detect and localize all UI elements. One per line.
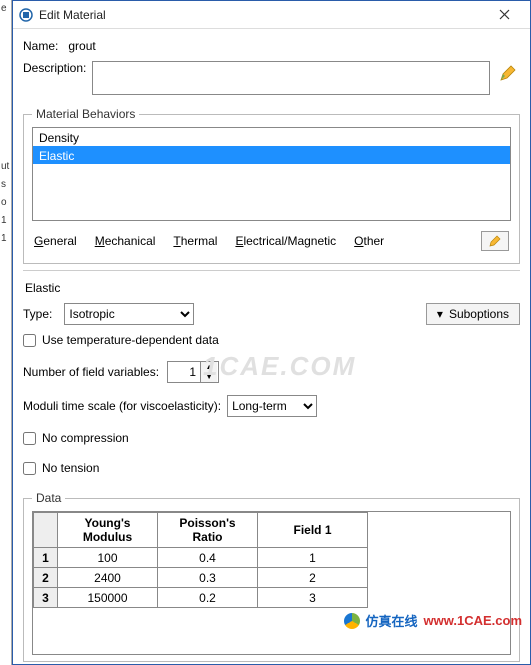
row-num: 2 [34,568,58,588]
close-button[interactable] [484,3,524,27]
separator [23,270,520,271]
num-field-vars-spinner[interactable]: ▲ ▼ [167,361,219,383]
type-select[interactable]: Isotropic [64,303,194,325]
table-empty-area [33,608,510,654]
triangle-down-icon: ▾ [437,307,443,321]
moduli-label: Moduli time scale (for viscoelasticity): [23,399,221,413]
table-row[interactable]: 2 2400 0.3 2 [34,568,368,588]
material-behaviors-group: Material Behaviors Density Elastic Gener… [23,107,520,264]
stub: ut [0,158,11,176]
name-value: grout [68,39,95,53]
stub: s [0,176,11,194]
menu-electrical[interactable]: Electrical/Magnetic [235,234,336,248]
behavior-item-density[interactable]: Density [33,128,510,146]
stub: 1 [0,212,11,230]
cell-pr[interactable]: 0.3 [158,568,258,588]
stub: e [0,0,11,18]
table-row[interactable]: 1 100 0.4 1 [34,548,368,568]
suboptions-button[interactable]: ▾ Suboptions [426,303,520,325]
window-title: Edit Material [39,8,106,22]
t: hermal [181,234,218,248]
temp-dependent-checkbox[interactable] [23,334,36,347]
cell-pr[interactable]: 0.2 [158,588,258,608]
pencil-small-icon [488,234,502,248]
titlebar: Edit Material [13,1,530,29]
row-num: 1 [34,548,58,568]
description-row: Description: [23,61,520,95]
data-group: Data Young'sModulus Poisson'sRatio Field… [23,491,520,662]
close-icon [499,9,510,20]
t: lectrical/Magnetic [243,234,336,248]
cell-f1[interactable]: 3 [258,588,368,608]
data-legend: Data [32,491,65,505]
no-tension-checkbox[interactable] [23,462,36,475]
table-corner [34,513,58,548]
no-compression-label: No compression [42,431,129,445]
num-field-vars-label: Number of field variables: [23,365,159,379]
suboptions-label: Suboptions [449,307,509,321]
no-compression-checkbox[interactable] [23,432,36,445]
type-label: Type: [23,307,52,321]
cell-ym[interactable]: 100 [58,548,158,568]
description-label: Description: [23,61,86,75]
cell-ym[interactable]: 2400 [58,568,158,588]
cell-f1[interactable]: 2 [258,568,368,588]
num-field-vars-input[interactable] [168,362,200,382]
cell-ym[interactable]: 150000 [58,588,158,608]
row-num: 3 [34,588,58,608]
description-input[interactable] [92,61,490,95]
col-poissons-ratio: Poisson'sRatio [158,513,258,548]
behavior-item-elastic[interactable]: Elastic [33,146,510,164]
elastic-title: Elastic [25,281,520,295]
data-table[interactable]: Young'sModulus Poisson'sRatio Field 1 1 … [32,511,511,655]
menu-other[interactable]: Other [354,234,384,248]
pencil-icon [499,64,517,82]
temp-dependent-label: Use temperature-dependent data [42,333,219,347]
spinner-down-icon[interactable]: ▼ [201,372,217,382]
menu-general[interactable]: General [34,234,77,248]
app-icon [19,8,33,22]
t: echanical [105,234,156,248]
menu-thermal[interactable]: Thermal [173,234,217,248]
stub: o [0,194,11,212]
t: ther [364,234,385,248]
behaviors-list[interactable]: Density Elastic [32,127,511,221]
edit-description-button[interactable] [496,61,520,85]
menu-mechanical[interactable]: Mechanical [95,234,156,248]
col-field-1: Field 1 [258,513,368,548]
col-youngs-modulus: Young'sModulus [58,513,158,548]
stub: 1 [0,230,11,248]
cell-f1[interactable]: 1 [258,548,368,568]
spinner-up-icon[interactable]: ▲ [201,362,217,372]
edit-material-dialog: Edit Material Name: grout Description: M… [12,0,531,665]
delete-behavior-button[interactable] [481,231,509,251]
name-row: Name: grout [23,39,520,53]
table-row[interactable]: 3 150000 0.2 3 [34,588,368,608]
no-tension-label: No tension [42,461,99,475]
moduli-select[interactable]: Long-term [227,395,317,417]
t: eneral [43,234,76,248]
name-label: Name: [23,39,58,53]
behavior-menubar: General Mechanical Thermal Electrical/Ma… [32,231,511,255]
cell-pr[interactable]: 0.4 [158,548,258,568]
left-clipped-panel: e ut s o 1 1 [0,0,12,665]
behaviors-legend: Material Behaviors [32,107,139,121]
